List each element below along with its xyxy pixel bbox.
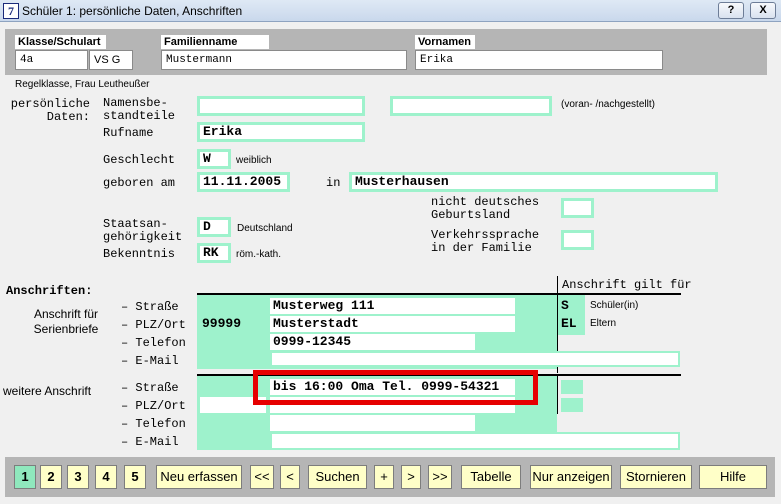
geschlecht-field[interactable]: W [197,149,231,169]
geschlecht-label: Geschlecht [103,153,176,167]
secondary-gilt-field-2[interactable] [561,398,583,412]
prev-record-button[interactable]: < [280,465,300,489]
neu-erfassen-button[interactable]: Neu erfassen [156,465,242,489]
familienname-field[interactable]: Mustermann [161,50,407,70]
verkehrssprache-field[interactable] [561,230,594,250]
secondary-telefon-field[interactable] [270,415,475,431]
voran-hint: (voran- /nachgestellt) [561,99,655,110]
primary-ort-field[interactable]: Musterstadt [270,316,515,332]
klasse-label: Klasse/Schulart [15,35,106,49]
gilt-code-1[interactable]: EL [561,316,581,332]
namensbestandteile-label: Namensbe- standteile [103,96,176,123]
secondary-email-label: – E-Mail [121,435,179,449]
gilt-fuer-label: Anschrift gilt für [562,278,692,292]
namensbestandteil-field-2[interactable] [390,96,552,116]
nicht-deutsch-label: nicht deutsches Geburtsland [431,195,540,222]
gilt-text-1: Eltern [590,318,617,329]
primary-plz-field[interactable]: 99999 [200,316,268,332]
geburtsort-field[interactable]: Musterhausen [349,172,718,192]
next-record-button[interactable]: > [401,465,421,489]
familienname-label: Familienname [161,35,269,49]
anschriften-section-label: Anschriften: [6,284,93,298]
personal-section-label: persönliche Daten: [10,97,90,124]
help-button[interactable]: ? [718,2,744,19]
regelklasse-text: Regelklasse, Frau Leutheußer [15,79,150,90]
in-label: in [326,176,341,190]
primary-telefon-field[interactable]: 0999-12345 [270,334,475,350]
secondary-email-field[interactable] [270,432,680,450]
page-3-button[interactable]: 3 [67,465,89,489]
page-4-button[interactable]: 4 [95,465,117,489]
page-1-button[interactable]: 1 [14,465,36,489]
klasse-field[interactable]: 4a [15,50,88,70]
staatsangehoerigkeit-label: Staatsan- gehörigkeit [103,217,183,244]
page-5-button[interactable]: 5 [124,465,146,489]
primary-telefon-label: – Telefon [121,336,186,350]
rufname-field[interactable]: Erika [197,122,365,142]
geboren-label: geboren am [103,176,176,190]
bekenntnis-label: Bekenntnis [103,247,176,261]
weitere-anschrift-label: weitere Anschrift [3,384,92,398]
gilt-code-0[interactable]: S [561,298,581,314]
schulart-field[interactable]: VS G [89,50,133,70]
primary-plz-label: – PLZ/Ort [121,318,186,332]
first-record-button[interactable]: << [250,465,274,489]
vornamen-label: Vornamen [415,35,475,49]
vornamen-field[interactable]: Erika [415,50,663,70]
close-button[interactable]: X [750,2,776,19]
geboren-field[interactable]: 11.11.2005 [197,172,290,192]
tabelle-button[interactable]: Tabelle [461,465,521,489]
primary-email-field[interactable] [270,351,680,367]
primary-email-label: – E-Mail [121,354,179,368]
suchen-button[interactable]: Suchen [308,465,367,489]
verkehrssprache-label: Verkehrssprache in der Familie [431,228,540,255]
secondary-gilt-field-1[interactable] [561,380,583,394]
stornieren-button[interactable]: Stornieren [620,465,692,489]
geburtsland-field[interactable] [561,198,594,218]
last-record-button[interactable]: >> [428,465,452,489]
bekenntnis-field[interactable]: RK [197,243,231,263]
secondary-strasse-field[interactable]: bis 16:00 Oma Tel. 0999-54321 [270,379,515,395]
staatsangehoerigkeit-text: Deutschland [237,223,293,234]
window-title: Schüler 1: persönliche Daten, Anschrifte… [22,4,243,18]
serienbriefe-label: Anschrift für Serienbriefe [33,307,99,336]
secondary-telefon-label: – Telefon [121,417,186,431]
nur-anzeigen-button[interactable]: Nur anzeigen [530,465,612,489]
geschlecht-text: weiblich [236,155,272,166]
rufname-label: Rufname [103,126,154,140]
namensbestandteil-field-1[interactable] [197,96,365,116]
primary-strasse-field[interactable]: Musterweg 111 [270,298,515,314]
primary-strasse-label: – Straße [121,300,179,314]
secondary-strasse-label: – Straße [121,381,179,395]
plus-button[interactable]: + [374,465,394,489]
page-2-button[interactable]: 2 [40,465,62,489]
hilfe-button[interactable]: Hilfe [699,465,767,489]
bekenntnis-text: röm.-kath. [236,249,282,260]
gilt-text-0: Schüler(in) [590,300,639,311]
gilt-divider-3 [557,376,558,414]
app-icon: 7 [3,3,19,19]
secondary-plz-label: – PLZ/Ort [121,399,186,413]
staatsangehoerigkeit-field[interactable]: D [197,217,231,237]
